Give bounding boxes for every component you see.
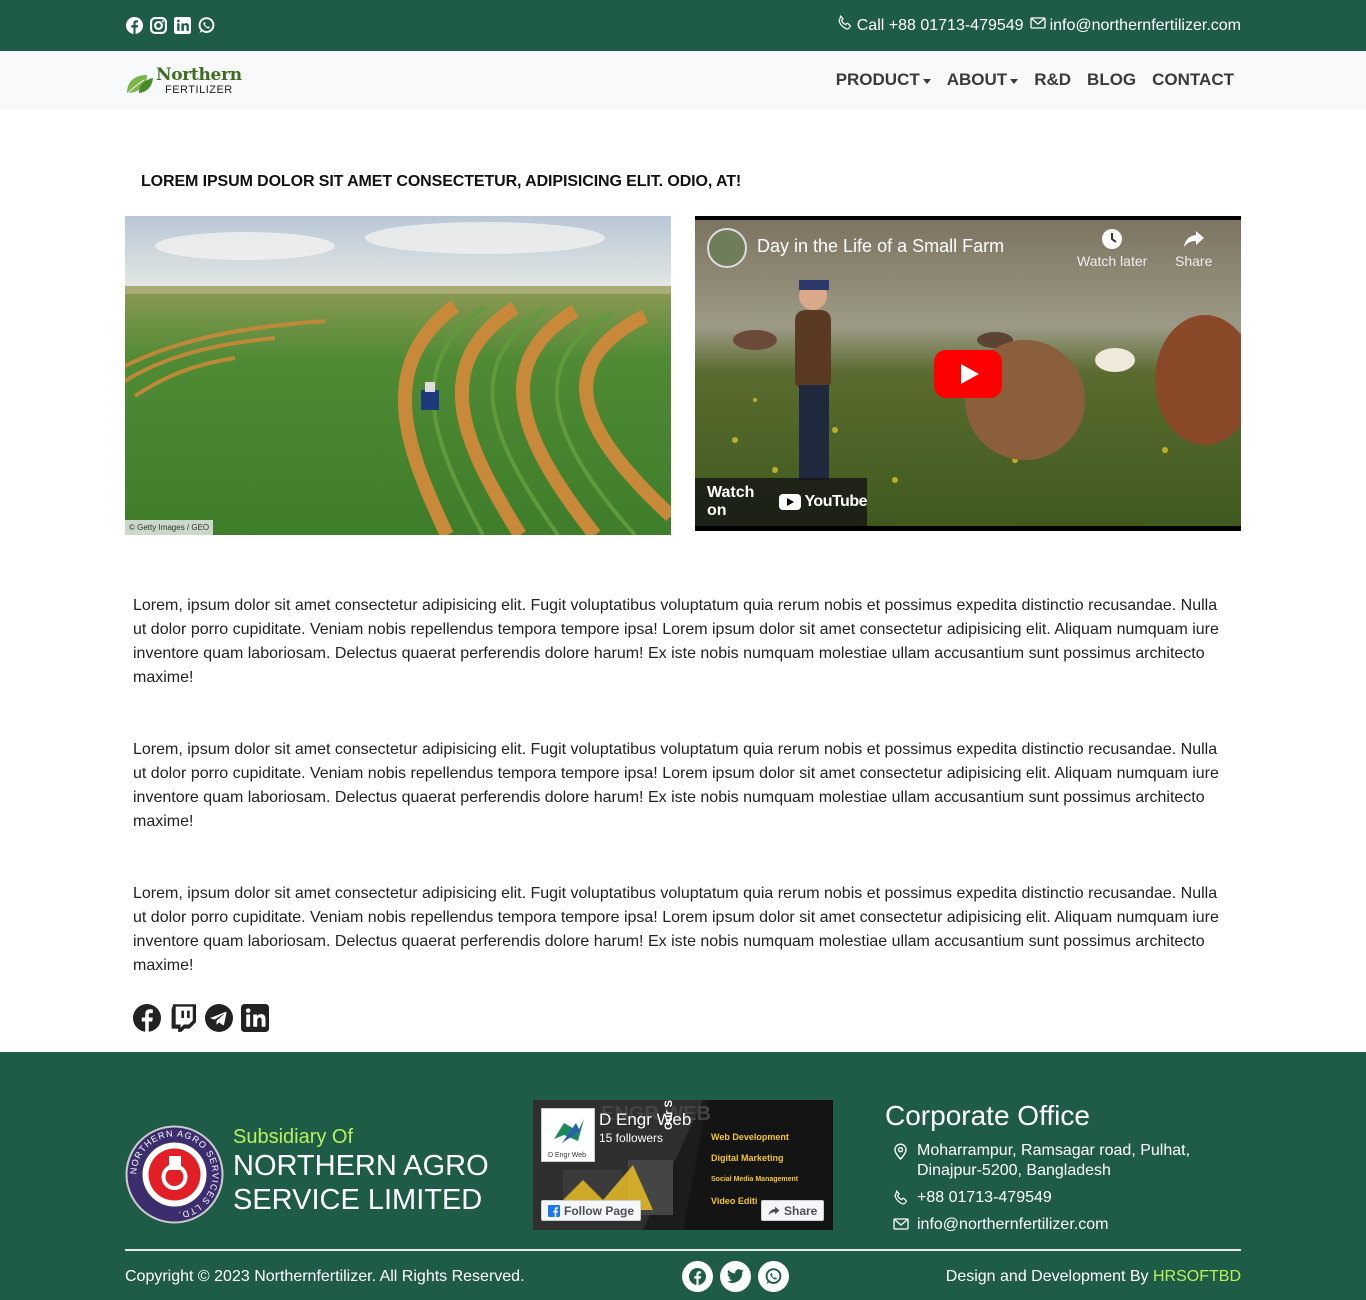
corporate-email-text: info@northernfertilizer.com: [917, 1216, 1109, 1233]
corporate-phone[interactable]: +88 01713-479549: [892, 1188, 1052, 1208]
phone-icon: [892, 1190, 909, 1208]
envelope-icon: [892, 1217, 909, 1235]
topbar-email-text: info@northernfertilizer.com: [1049, 16, 1241, 34]
linkedin-icon[interactable]: [241, 1003, 269, 1033]
share-arrow-icon: [1183, 231, 1204, 247]
body-paragraph-1: Lorem, ipsum dolor sit amet consectetur …: [133, 597, 1219, 686]
twitch-icon[interactable]: [169, 1003, 197, 1033]
facebook-page-widget[interactable]: ENGR WEB D Engr Web D Engr Web 15 follow…: [533, 1100, 833, 1230]
corporate-address: Moharrampur, Ramsagar road, Pulhat, Dina…: [892, 1141, 1190, 1181]
menu-item-about[interactable]: ABOUT: [946, 70, 1019, 90]
company-seal-logo: NORTHERN AGRO SERVICES LTD.: [125, 1125, 224, 1224]
svg-text:D Engr Web: D Engr Web: [548, 1152, 586, 1159]
fb-follow-label: Follow Page: [564, 1203, 635, 1218]
corporate-office-title: Corporate Office: [885, 1100, 1090, 1131]
topbar-social-links: [125, 16, 215, 34]
instagram-icon[interactable]: [149, 16, 167, 34]
watch-on-youtube-button[interactable]: Watch on YouTube: [695, 478, 867, 526]
design-credit-link[interactable]: HRSOFTBD: [1153, 1268, 1241, 1285]
facebook-icon[interactable]: [682, 1261, 713, 1292]
whatsapp-icon[interactable]: [758, 1261, 789, 1292]
copyright-text: Copyright © 2023 Northernfertilizer. All…: [125, 1268, 525, 1285]
topbar-phone-text: Call +88 01713-479549: [856, 16, 1024, 34]
fb-follow-page-button[interactable]: Follow Page: [541, 1200, 642, 1221]
telegram-icon[interactable]: [205, 1003, 233, 1033]
body-paragraph-2: Lorem, ipsum dolor sit amet consectetur …: [133, 741, 1219, 830]
video-title[interactable]: Day in the Life of a Small Farm: [757, 236, 1004, 257]
corporate-phone-text: +88 01713-479549: [917, 1189, 1052, 1206]
video-share-button[interactable]: Share: [1175, 228, 1212, 269]
logo-text-northern: Northern: [156, 65, 242, 85]
chevron-down-icon: [922, 78, 931, 84]
fb-services-label: Our Services: [663, 1100, 675, 1130]
facebook-icon[interactable]: [125, 16, 143, 34]
phone-icon: [837, 15, 853, 36]
watch-later-label: Watch later: [1077, 253, 1148, 269]
body-paragraph-3: Lorem, ipsum dolor sit amet consectetur …: [133, 885, 1219, 974]
clock-icon: [1102, 229, 1123, 249]
topbar-contact: Call +88 01713-479549 info@northernferti…: [837, 15, 1241, 36]
corporate-address-line2: Dinajpur-5200, Bangladesh: [917, 1162, 1111, 1179]
menu-item-contact-label: CONTACT: [1152, 70, 1234, 89]
image-credit: © Getty Images / GEO: [125, 520, 214, 535]
fb-share-label: Share: [784, 1203, 818, 1218]
logo-text-fertilizer: FERTILIZER: [165, 84, 233, 96]
top-bar: Call +88 01713-479549 info@northernferti…: [0, 0, 1366, 51]
farm-field-image: © Getty Images / GEO: [125, 216, 671, 535]
fb-service-2: Digital Marketing: [711, 1153, 784, 1163]
whatsapp-icon[interactable]: [197, 16, 215, 34]
leaf-logo-icon: [127, 75, 153, 94]
twitter-icon[interactable]: [720, 1261, 751, 1292]
fb-page-thumbnail[interactable]: D Engr Web: [541, 1108, 595, 1162]
facebook-icon: [548, 1204, 560, 1217]
corporate-email[interactable]: info@northernfertilizer.com: [892, 1215, 1108, 1235]
menu-item-contact[interactable]: CONTACT: [1152, 70, 1234, 90]
fb-share-button[interactable]: Share: [761, 1200, 825, 1221]
site-footer: NORTHERN AGRO SERVICES LTD. Subsidiary O…: [0, 1052, 1366, 1300]
linkedin-icon[interactable]: [173, 16, 191, 34]
main-navbar: Northern FERTILIZER PRODUCT ABOUT R&D BL…: [0, 51, 1366, 109]
map-pin-icon: [892, 1143, 909, 1181]
youtube-wordmark: YouTube: [804, 493, 867, 510]
watch-on-label: Watch on: [707, 484, 755, 519]
fb-service-4: Video Editi: [711, 1196, 758, 1206]
fb-page-followers: 15 followers: [599, 1131, 664, 1145]
design-credit: Design and Development By HRSOFTBD: [946, 1268, 1241, 1286]
menu-item-rnd-label: R&D: [1034, 70, 1072, 89]
play-button[interactable]: [934, 350, 1002, 398]
facebook-icon[interactable]: [133, 1003, 161, 1033]
share-icons: [133, 1003, 269, 1033]
page-headline: LOREM IPSUM DOLOR SIT AMET CONSECTETUR, …: [141, 173, 742, 190]
fb-service-1: Web Development: [711, 1132, 789, 1142]
chevron-down-icon: [1010, 78, 1019, 84]
youtube-video-embed[interactable]: Day in the Life of a Small Farm Watch la…: [695, 216, 1241, 531]
envelope-icon: [1029, 16, 1046, 35]
share-arrow-icon: [768, 1206, 780, 1215]
topbar-phone[interactable]: Call +88 01713-479549: [837, 15, 1024, 36]
youtube-play-icon: [779, 494, 802, 510]
fb-page-name[interactable]: D Engr Web: [599, 1110, 691, 1130]
design-credit-label: Design and Development By: [945, 1268, 1149, 1285]
menu-item-product[interactable]: PRODUCT: [836, 70, 931, 90]
video-share-label: Share: [1175, 253, 1213, 269]
menu-item-blog-label: BLOG: [1087, 70, 1137, 89]
corporate-address-line1: Moharrampur, Ramsagar road, Pulhat,: [917, 1142, 1191, 1159]
menu-item-about-label: ABOUT: [946, 70, 1008, 89]
parent-company-name: NORTHERN AGRO SERVICE LIMITED: [233, 1150, 489, 1216]
fb-service-3: Social Media Management: [711, 1176, 799, 1183]
main-menu: PRODUCT ABOUT R&D BLOG CONTACT: [836, 70, 1234, 90]
menu-item-product-label: PRODUCT: [835, 70, 920, 89]
watch-later-button[interactable]: Watch later: [1077, 228, 1147, 269]
footer-social-links: [682, 1261, 789, 1292]
youtube-logo: YouTube: [779, 493, 867, 511]
topbar-email[interactable]: info@northernfertilizer.com: [1029, 16, 1241, 35]
menu-item-blog[interactable]: BLOG: [1087, 70, 1136, 90]
subsidiary-label: Subsidiary Of: [233, 1126, 354, 1148]
channel-avatar[interactable]: [707, 228, 747, 268]
site-logo[interactable]: Northern FERTILIZER: [125, 65, 245, 97]
menu-item-rnd[interactable]: R&D: [1034, 70, 1071, 90]
footer-divider: [125, 1249, 1241, 1251]
